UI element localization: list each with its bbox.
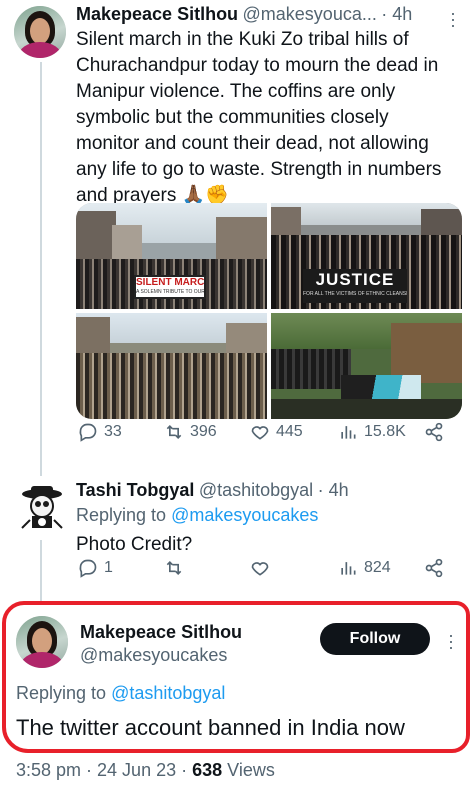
media-grid: SILENT MARCH A SOLEMN TRIBUTE TO OUR DEP… xyxy=(76,203,462,419)
author-name[interactable]: Tashi Tobgyal xyxy=(76,480,194,500)
replying-to: Replying to @makesyoucakes xyxy=(76,505,319,525)
like-button[interactable] xyxy=(250,558,270,578)
share-button[interactable] xyxy=(424,422,444,442)
justice-banner: JUSTICE FOR ALL THE VICTIMS OF ETHNIC CL… xyxy=(303,269,407,303)
thread-line xyxy=(40,540,42,604)
reply-button[interactable]: 1 xyxy=(78,558,113,578)
heart-icon xyxy=(251,562,269,576)
retweet-button[interactable] xyxy=(164,558,184,578)
reply-button[interactable]: 33 xyxy=(78,422,122,442)
thread-line xyxy=(40,62,42,476)
media-photo[interactable]: SILENT MARCH A SOLEMN TRIBUTE TO OUR DEP… xyxy=(76,203,267,309)
like-count: 445 xyxy=(276,423,303,440)
more-options-icon[interactable]: · · · xyxy=(448,4,458,34)
retweet-button[interactable]: 396 xyxy=(164,422,217,442)
views-button[interactable]: 15.8K xyxy=(338,422,406,442)
media-photo[interactable]: JUSTICE FOR ALL THE VICTIMS OF ETHNIC CL… xyxy=(271,203,462,309)
view-count: 824 xyxy=(364,559,391,576)
avatar[interactable] xyxy=(16,482,68,534)
media-photo[interactable] xyxy=(271,313,462,419)
tweet-header: Makepeace Sitlhou @makesyouca... · 4h xyxy=(76,4,412,25)
author-name[interactable]: Makepeace Sitlhou xyxy=(76,4,238,24)
dot-separator: · xyxy=(381,4,393,24)
share-icon xyxy=(425,558,443,578)
retweet-icon xyxy=(166,560,182,576)
reply-icon xyxy=(79,423,97,442)
tweet-header: Tashi Tobgyal @tashitobgyal · 4h xyxy=(76,480,349,501)
share-icon xyxy=(425,422,443,442)
views-button[interactable]: 824 xyxy=(338,558,391,578)
view-count: 15.8K xyxy=(364,423,406,440)
timestamp-date[interactable]: 3:58 pm · 24 Jun 23 · xyxy=(16,760,192,780)
replying-to-link[interactable]: @makesyoucakes xyxy=(171,505,318,525)
author-handle[interactable]: @makesyouca... xyxy=(243,4,377,24)
like-button[interactable]: 445 xyxy=(250,422,303,442)
tweet-text: Photo Credit? xyxy=(76,534,193,555)
author-handle[interactable]: @tashitobgyal xyxy=(199,480,313,500)
highlight-box xyxy=(2,601,470,753)
views-chart-icon xyxy=(341,562,356,575)
tweet-time[interactable]: 4h xyxy=(329,480,349,500)
views-chart-icon xyxy=(341,426,356,439)
tweet-text: Silent march in the Kuki Zo tribal hills… xyxy=(76,29,442,206)
reply-count: 33 xyxy=(104,423,122,440)
heart-icon xyxy=(251,426,269,440)
reply-count: 1 xyxy=(104,559,113,576)
tweet-timestamp: 3:58 pm · 24 Jun 23 · 638 Views xyxy=(16,760,275,781)
dot-separator: · xyxy=(317,480,329,500)
media-photo[interactable] xyxy=(76,313,267,419)
tweet-time[interactable]: 4h xyxy=(392,4,412,24)
views-count: 638 xyxy=(192,760,223,780)
avatar[interactable] xyxy=(14,6,66,58)
reply-icon xyxy=(79,559,97,578)
silent-march-banner: SILENT MARCH A SOLEMN TRIBUTE TO OUR DEP… xyxy=(134,275,206,299)
retweet-icon xyxy=(166,424,182,440)
retweet-count: 396 xyxy=(190,423,217,440)
views-label: Views xyxy=(222,760,275,780)
share-button[interactable] xyxy=(424,558,444,578)
